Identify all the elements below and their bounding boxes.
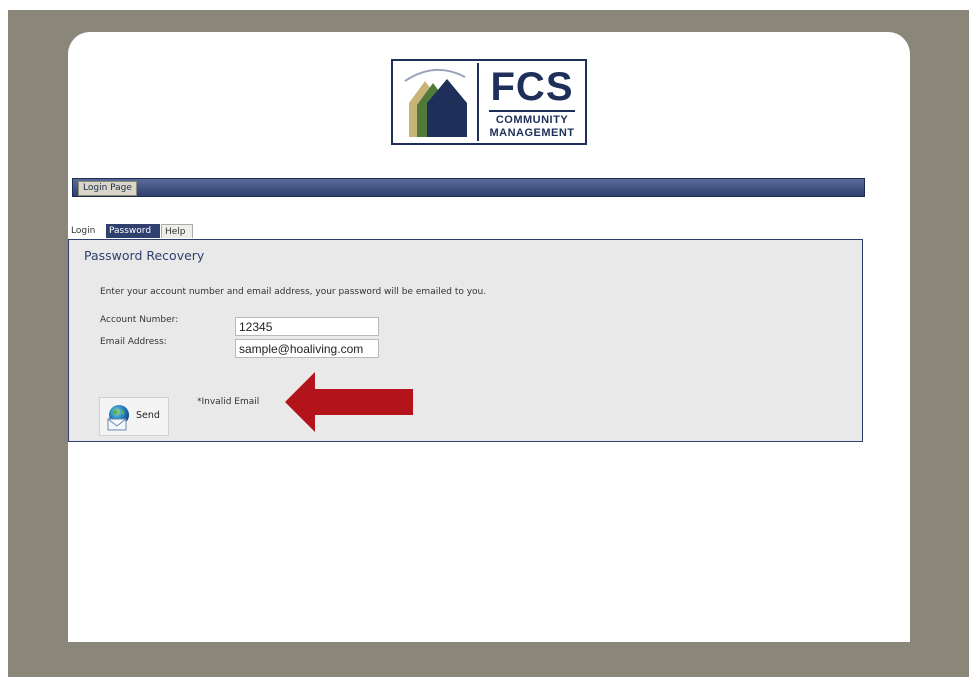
fcs-logo: FCS COMMUNITY MANAGEMENT	[391, 59, 587, 145]
left-arrow-icon	[285, 372, 415, 432]
tab-login[interactable]: Login	[68, 224, 105, 238]
password-recovery-panel: Password Recovery Enter your account num…	[68, 239, 863, 442]
email-address-input[interactable]: sample@hoaliving.com	[235, 339, 379, 358]
email-address-label: Email Address:	[100, 337, 167, 347]
breadcrumb-login-page[interactable]: Login Page	[78, 181, 137, 196]
globe-envelope-icon	[105, 403, 133, 431]
header-bar: Login Page	[72, 178, 865, 197]
logo-fcs-text: FCS	[490, 65, 574, 109]
instructions-text: Enter your account number and email addr…	[100, 287, 487, 297]
account-number-input[interactable]: 12345	[235, 317, 379, 336]
tab-password[interactable]: Password	[106, 224, 160, 238]
invalid-email-error: *Invalid Email	[197, 397, 260, 407]
logo-divider	[489, 110, 575, 112]
logo-community-text: COMMUNITY	[495, 114, 569, 126]
tab-help[interactable]: Help	[161, 224, 193, 238]
account-number-label: Account Number:	[100, 315, 179, 325]
panel-title: Password Recovery	[84, 248, 205, 263]
houses-logo-icon	[395, 63, 479, 141]
send-button[interactable]: Send	[99, 397, 169, 436]
logo-management-text: MANAGEMENT	[489, 127, 575, 139]
send-label: Send	[136, 410, 160, 421]
logo-wordmark: FCS COMMUNITY MANAGEMENT	[481, 61, 583, 143]
